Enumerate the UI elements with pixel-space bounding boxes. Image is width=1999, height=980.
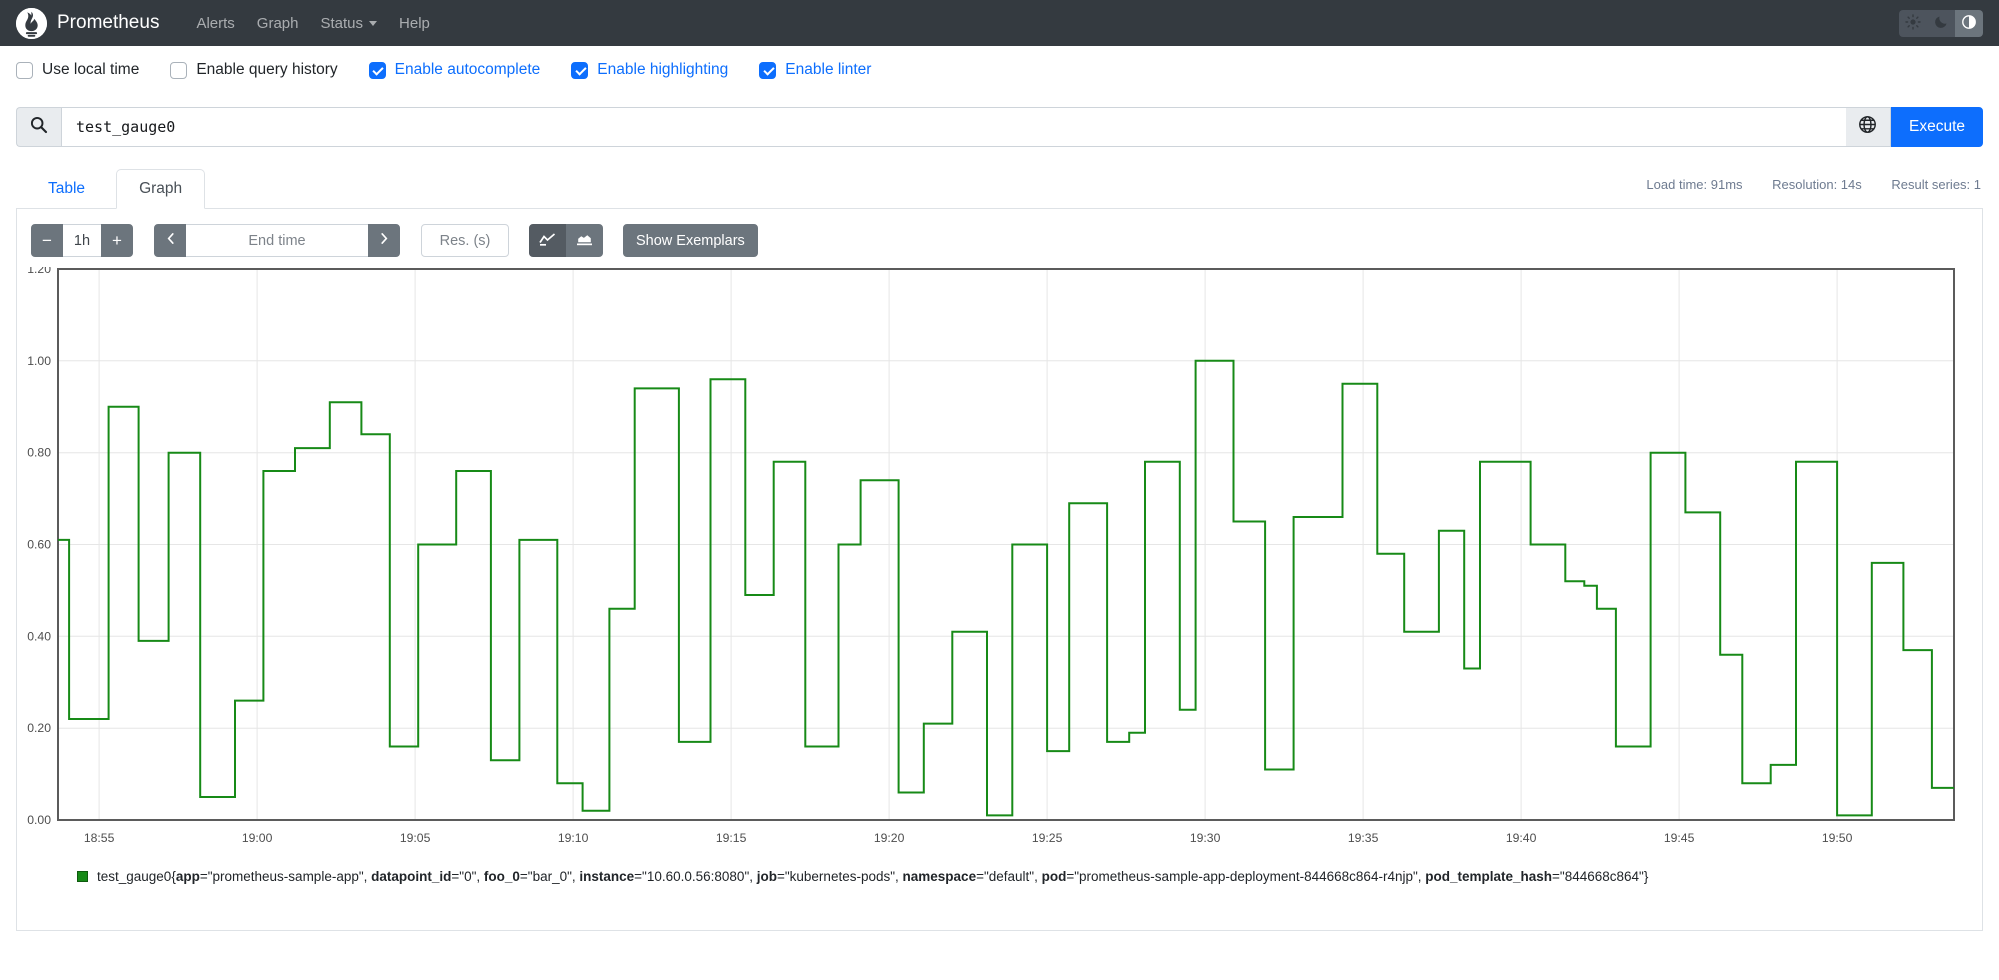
y-tick-label: 0.80: [27, 446, 51, 460]
sun-icon: [1905, 13, 1921, 33]
query-input[interactable]: [61, 107, 1846, 147]
tab-table[interactable]: Table: [30, 170, 103, 208]
checkbox-label: Enable query history: [196, 61, 338, 78]
graph-controls: − +: [17, 209, 1982, 257]
chart-area: 0.00 0.20 0.40 0.60 0.80 1.00 1.20 18:55 19:00 19…: [17, 257, 1982, 853]
x-tick-label: 19:10: [558, 831, 589, 845]
graph-chart[interactable]: 0.00 0.20 0.40 0.60 0.80 1.00 1.20 18:55 19:00 19…: [20, 267, 1956, 853]
stat-load-time: Load time: 91ms: [1646, 177, 1743, 192]
legend-item[interactable]: test_gauge0{app="prometheus-sample-app",…: [77, 869, 1982, 884]
y-tick-label: 0.40: [27, 629, 51, 643]
end-time-control-group: [154, 224, 400, 257]
tab-graph[interactable]: Graph: [116, 169, 206, 209]
chevron-right-icon: [379, 231, 390, 251]
end-time-input[interactable]: [186, 224, 368, 257]
theme-dark-button[interactable]: [1927, 9, 1955, 37]
chevron-left-icon: [165, 231, 176, 251]
checkbox-box[interactable]: [759, 61, 777, 79]
globe-icon: [1858, 115, 1877, 139]
search-icon: [30, 116, 48, 139]
nav-link-alerts[interactable]: Alerts: [185, 15, 245, 32]
stacked-chart-icon: [576, 231, 593, 251]
query-stats: Load time: 91ms Resolution: 14s Result s…: [1620, 177, 1981, 192]
query-bar: Execute: [16, 107, 1983, 147]
nav-link-help[interactable]: Help: [388, 15, 441, 32]
line-graph-toggle-button[interactable]: [529, 224, 566, 257]
theme-toggle-group: [1899, 9, 1983, 37]
show-exemplars-button[interactable]: Show Exemplars: [623, 224, 758, 257]
x-tick-label: 19:00: [242, 831, 273, 845]
checkbox-enable-highlighting[interactable]: Enable highlighting: [571, 61, 728, 79]
checkbox-label: Enable linter: [785, 61, 872, 78]
stat-resolution: Resolution: 14s: [1772, 177, 1862, 192]
y-tick-label: 1.20: [27, 267, 51, 276]
range-input[interactable]: [63, 224, 101, 257]
x-tick-label: 19:40: [1506, 831, 1537, 845]
x-tick-label: 19:50: [1822, 831, 1853, 845]
time-forward-button[interactable]: [368, 224, 400, 257]
y-tick-label: 0.60: [27, 538, 51, 552]
x-tick-label: 19:25: [1032, 831, 1063, 845]
circle-half-icon: [1961, 14, 1977, 33]
nav-link-graph[interactable]: Graph: [246, 15, 310, 32]
series-line[interactable]: [58, 359, 1954, 817]
checkbox-enable-autocomplete[interactable]: Enable autocomplete: [368, 61, 541, 79]
checkbox-box[interactable]: [571, 61, 589, 79]
range-increase-button[interactable]: +: [101, 224, 133, 257]
brand-title[interactable]: Prometheus: [57, 12, 159, 34]
checkbox-box[interactable]: [368, 61, 386, 79]
moon-icon: [1934, 14, 1949, 32]
checkbox-use-local-time[interactable]: Use local time: [16, 61, 139, 79]
series-color-swatch: [77, 871, 88, 882]
y-tick-label: 1.00: [27, 354, 51, 368]
nav-link-status[interactable]: Status: [310, 15, 389, 32]
time-back-button[interactable]: [154, 224, 186, 257]
stat-result-series: Result series: 1: [1891, 177, 1981, 192]
options-row: Use local time Enable query history Enab…: [0, 46, 1999, 90]
range-decrease-button[interactable]: −: [31, 224, 63, 257]
x-tick-label: 19:20: [874, 831, 905, 845]
chart-type-toggle: [529, 224, 603, 257]
search-icon-addon: [16, 107, 61, 147]
navbar: Prometheus Alerts Graph Status Help: [0, 0, 1999, 46]
theme-auto-button[interactable]: [1955, 9, 1983, 37]
checkbox-label: Use local time: [42, 61, 140, 78]
checkbox-label: Enable highlighting: [597, 61, 729, 78]
x-tick-label: 18:55: [84, 831, 115, 845]
series-label: test_gauge0{app="prometheus-sample-app",…: [97, 869, 1649, 884]
checkbox-enable-linter[interactable]: Enable linter: [759, 61, 871, 79]
x-tick-label: 19:30: [1190, 831, 1221, 845]
chevron-down-icon: [369, 20, 378, 26]
tabs-row: Table Graph Load time: 91ms Resolution: …: [16, 169, 1983, 209]
graph-panel: − +: [16, 208, 1983, 931]
y-tick-label: 0.00: [27, 813, 51, 827]
checkbox-enable-query-history[interactable]: Enable query history: [170, 61, 338, 79]
x-tick-label: 19:45: [1664, 831, 1695, 845]
checkbox-box[interactable]: [170, 61, 188, 79]
x-tick-label: 19:35: [1348, 831, 1379, 845]
metrics-explorer-button[interactable]: [1845, 107, 1891, 147]
range-control-group: − +: [31, 224, 133, 257]
stacked-graph-toggle-button[interactable]: [566, 224, 603, 257]
prometheus-logo-icon[interactable]: [16, 7, 47, 39]
theme-light-button[interactable]: [1899, 9, 1927, 37]
execute-button[interactable]: Execute: [1890, 107, 1983, 147]
nav-link-status-label: Status: [320, 14, 364, 32]
resolution-input[interactable]: [421, 224, 509, 257]
x-tick-label: 19:15: [716, 831, 747, 845]
y-tick-label: 0.20: [27, 721, 51, 735]
x-tick-label: 19:05: [400, 831, 431, 845]
checkbox-box[interactable]: [16, 61, 33, 79]
line-chart-icon: [539, 231, 556, 251]
checkbox-label: Enable autocomplete: [394, 61, 541, 78]
